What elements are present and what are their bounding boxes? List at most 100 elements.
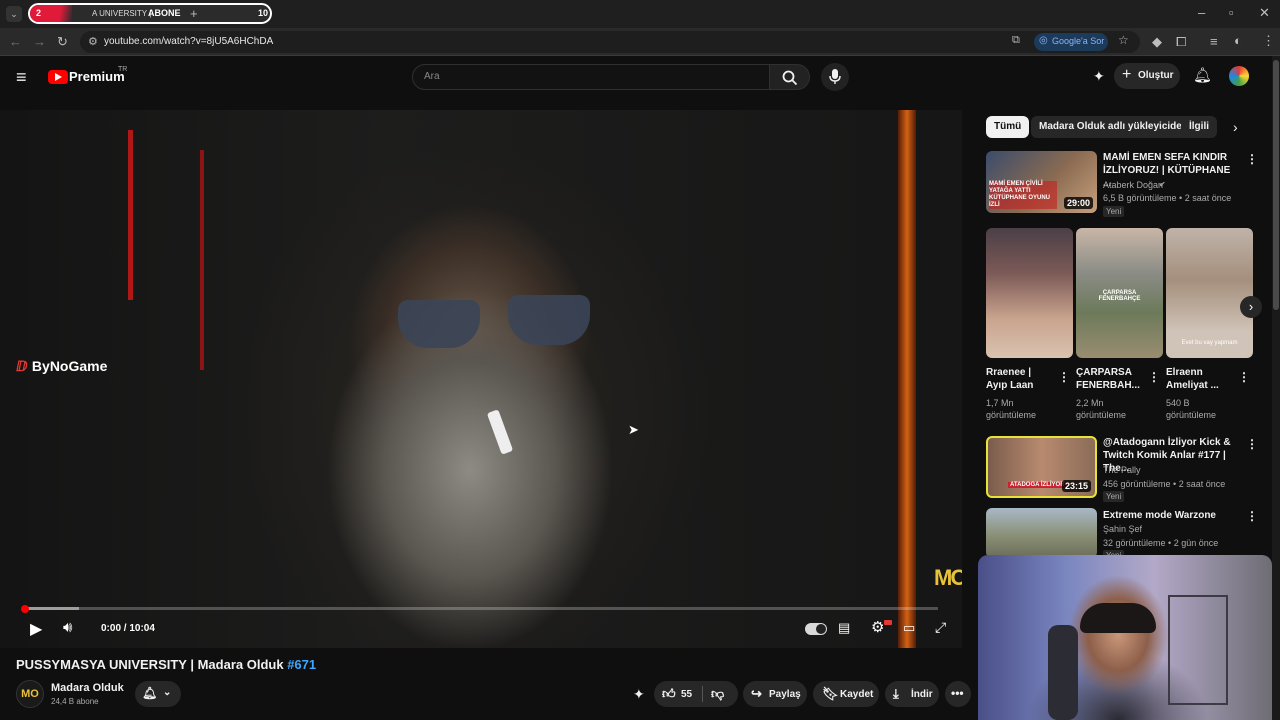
play-icon[interactable]: ▶: [30, 619, 42, 639]
chip-from-uploader[interactable]: Madara Olduk adlı yükleyiciden: [1031, 116, 1196, 138]
short-title[interactable]: Rraenee | Ayıp Laan: [986, 366, 1052, 392]
chips-next-chevron-icon[interactable]: ›: [1233, 119, 1238, 135]
recommendation-menu-icon[interactable]: ⋮: [1246, 152, 1258, 166]
notifications-bell-icon[interactable]: 🔔︎: [1193, 66, 1212, 84]
save-button[interactable]: 🔖︎ Kaydet: [813, 681, 879, 707]
recommendation-meta: 32 görüntüleme • 2 gün önce: [1103, 538, 1219, 548]
recommendation-thumbnail[interactable]: MAMİ EMEN ÇİVİLİ YATAĞA YATTI KÜTÜPHANE …: [986, 151, 1097, 213]
back-icon[interactable]: ←: [9, 35, 22, 49]
progress-scrubber[interactable]: [21, 605, 29, 613]
youtube-header: ≡ Premium TR Ara ✦ + Oluştur 🔔︎: [0, 56, 1272, 104]
google-lens-icon: ◎: [1039, 35, 1048, 46]
webcam-shelf: [1168, 595, 1228, 705]
video-duration: 29:00: [1063, 197, 1093, 209]
short-menu-icon[interactable]: ⋮: [1148, 370, 1160, 384]
google-lens-label: Google'a Sor: [1052, 36, 1105, 46]
bynogame-text: ByNoGame: [31, 358, 108, 374]
bookmark-icon: 🔖︎: [822, 686, 839, 701]
channel-avatar[interactable]: MO: [16, 680, 44, 708]
video-player[interactable]: ⅅ ByNoGame MO ➤ ▶ 🔊︎ 0:00 / 10:04 ▤ ⚙ ▭ …: [0, 110, 962, 648]
subscribe-notifications-button[interactable]: 🔔︎ ⌄: [135, 681, 181, 707]
browser-tab[interactable]: 2 A UNIVERSITY | ABONE + 10: [28, 3, 272, 24]
short-caption: ÇARPARSA FENERBAHÇE: [1098, 290, 1141, 302]
bell-icon: 🔔︎: [142, 686, 158, 700]
chip-all[interactable]: Tümü: [986, 116, 1030, 138]
search-input[interactable]: Ara: [412, 64, 770, 90]
short-views: 1,7 Mn görüntüleme: [986, 398, 1037, 420]
channel-name[interactable]: Madara Olduk: [51, 682, 124, 694]
channel-subscribers: 24,4 B abone: [51, 697, 99, 706]
close-icon[interactable]: ✕: [1259, 6, 1270, 20]
recommendation-meta: 6,5 B görüntüleme • 2 saat önce: [1103, 193, 1232, 203]
webcam-hair: [1080, 603, 1156, 633]
recommendation-title[interactable]: Extreme mode Warzone: [1103, 509, 1233, 522]
create-button[interactable]: + Oluştur: [1114, 63, 1180, 89]
search-button[interactable]: [770, 64, 810, 90]
bookmark-star-icon[interactable]: ☆: [1118, 33, 1129, 47]
google-lens-button[interactable]: ◎ Google'a Sor: [1034, 33, 1108, 51]
sunglasses-left-lens: [398, 300, 480, 348]
bynogame-watermark: ⅅ ByNoGame: [16, 358, 107, 376]
premium-shorts-icon[interactable]: ✦: [1093, 68, 1105, 85]
recommendation-channel[interactable]: Ataberk Doğan: [1103, 179, 1163, 191]
subtitles-icon[interactable]: ▤: [838, 620, 850, 636]
shorts-next-button[interactable]: ›: [1240, 296, 1262, 318]
short-thumbnail[interactable]: Evet bu vay yapmam: [1166, 228, 1253, 358]
volume-icon[interactable]: 🔊︎: [63, 619, 72, 636]
page-scrollbar-thumb[interactable]: [1273, 60, 1279, 310]
theater-mode-icon[interactable]: ▭: [903, 620, 915, 636]
site-info-icon[interactable]: ⚙: [88, 35, 98, 48]
share-button[interactable]: ↪ Paylaş: [743, 681, 807, 707]
recommendation-channel[interactable]: The Pally: [1103, 464, 1141, 476]
minimize-icon[interactable]: –: [1198, 6, 1205, 20]
voice-search-button[interactable]: [821, 63, 849, 91]
recommendation-thumbnail[interactable]: ATADOGA İZLİYOR 23:15: [986, 436, 1097, 498]
hd-badge-icon: [884, 620, 892, 625]
video-hashtag[interactable]: #671: [287, 657, 316, 672]
search-icon: [782, 70, 798, 86]
tab-new-icon[interactable]: +: [190, 6, 198, 21]
short-thumbnail[interactable]: ÇARPARSA FENERBAHÇE: [1076, 228, 1163, 358]
short-title[interactable]: ÇARPARSA FENERBAH...: [1076, 366, 1142, 392]
extensions-puzzle-icon[interactable]: ⧠: [1176, 35, 1186, 49]
recommendation-menu-icon[interactable]: ⋮: [1246, 437, 1258, 451]
download-button[interactable]: ⤓ İndir: [885, 681, 939, 707]
forward-icon[interactable]: →: [33, 35, 46, 49]
short-title[interactable]: Elraenn Ameliyat ...: [1166, 366, 1232, 392]
fullscreen-icon[interactable]: ⤢: [935, 619, 946, 636]
url-field[interactable]: ⚙ youtube.com/watch?v=8jU5A6HChDA ⧉ ◎ Go…: [80, 31, 1140, 53]
short-caption: Evet bu vay yapmam: [1181, 340, 1238, 346]
recommendation-menu-icon[interactable]: ⋮: [1246, 509, 1258, 523]
youtube-logo[interactable]: Premium TR: [48, 66, 138, 89]
recommendation-thumbnail[interactable]: [986, 508, 1097, 558]
short-menu-icon[interactable]: ⋮: [1238, 370, 1250, 384]
extension-diamond-icon[interactable]: ◆: [1152, 35, 1162, 49]
recommendation-channel[interactable]: Şahin Şef: [1103, 523, 1142, 535]
settings-gear-icon[interactable]: ⚙: [871, 618, 884, 636]
chip-related[interactable]: İlgili: [1181, 116, 1217, 138]
cast-icon[interactable]: ⧉: [1012, 34, 1020, 47]
tab-search-icon[interactable]: ⌄: [6, 6, 22, 22]
time-display: 0:00 / 10:04: [101, 623, 155, 634]
tab-badge-left: 2: [36, 8, 42, 18]
account-avatar[interactable]: [1229, 66, 1249, 86]
restore-icon[interactable]: ▫: [1229, 6, 1234, 20]
reload-icon[interactable]: ↻: [57, 35, 68, 49]
save-label: Kaydet: [840, 689, 874, 700]
browser-menu-icon[interactable]: ⋮: [1262, 34, 1275, 48]
reading-list-icon[interactable]: ≡: [1210, 35, 1218, 49]
youtube-play-triangle-icon: [55, 73, 62, 81]
progress-bar[interactable]: [24, 607, 938, 610]
mouse-cursor-icon: ➤: [628, 422, 639, 437]
autoplay-toggle[interactable]: [805, 623, 827, 635]
dislike-button[interactable]: 👎︎: [711, 686, 724, 702]
microphone-icon: [829, 69, 841, 84]
short-thumbnail[interactable]: [986, 228, 1073, 358]
like-dislike-group: 👍︎ 55 👎︎: [654, 681, 738, 707]
hamburger-menu-icon[interactable]: ≡: [16, 67, 27, 88]
short-menu-icon[interactable]: ⋮: [1058, 370, 1070, 384]
premium-jewel-icon[interactable]: ✦: [633, 686, 645, 703]
profile-avatar-icon[interactable]: ◐: [1234, 34, 1242, 48]
like-button[interactable]: 👍︎ 55: [654, 681, 700, 707]
more-actions-button[interactable]: •••: [945, 681, 971, 707]
